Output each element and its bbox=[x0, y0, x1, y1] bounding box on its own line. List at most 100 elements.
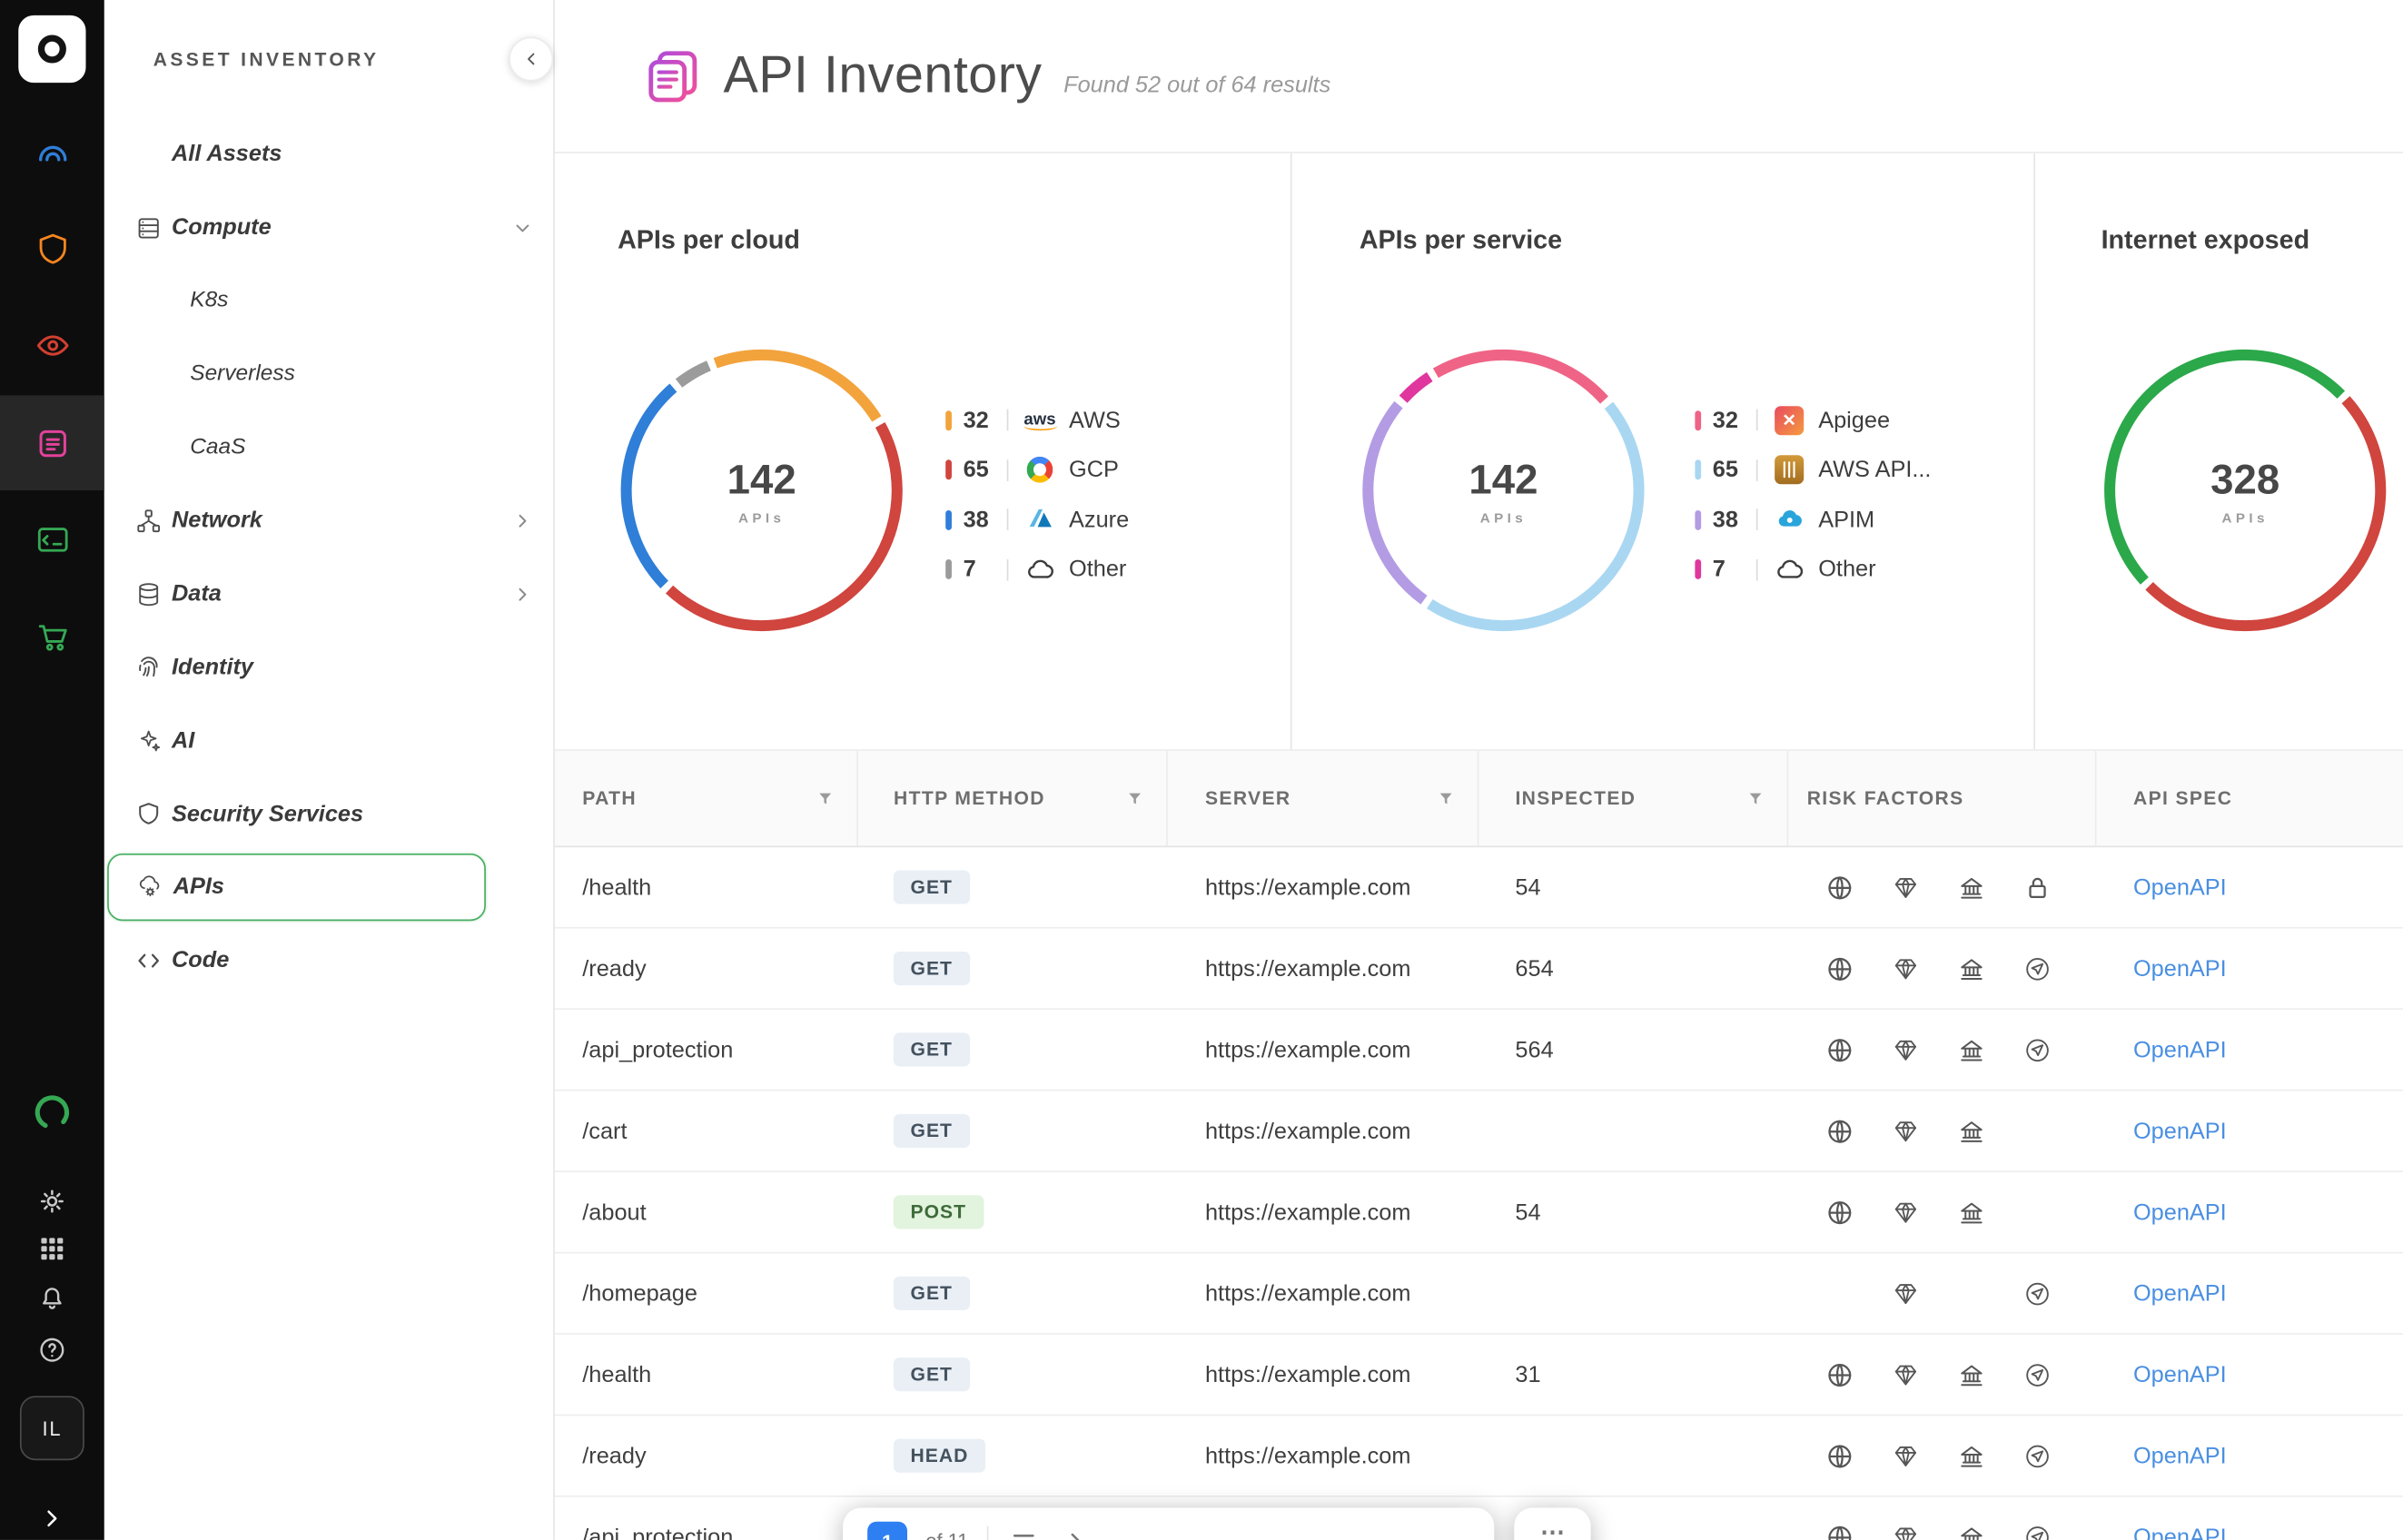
account-button[interactable]: IL bbox=[20, 1396, 84, 1460]
ring-icon bbox=[31, 1091, 74, 1134]
cell-server: https://example.com bbox=[1168, 929, 1478, 1009]
api-spec-link[interactable]: OpenAPI bbox=[2133, 955, 2227, 982]
sidebar-item-all-assets[interactable]: All Assets bbox=[104, 118, 553, 192]
sidebar-item-data[interactable]: Data bbox=[104, 558, 553, 631]
filter-icon[interactable] bbox=[816, 788, 836, 808]
page-title: API Inventory bbox=[724, 46, 1043, 106]
legend-color-chip bbox=[1695, 460, 1700, 480]
rail-nav-terminal[interactable] bbox=[0, 492, 104, 587]
rail-nav-shield[interactable] bbox=[0, 201, 104, 296]
table-row[interactable]: /cartGEThttps://example.comOpenAPI bbox=[555, 1091, 2403, 1172]
api-spec-link[interactable]: OpenAPI bbox=[2133, 1199, 2227, 1225]
rail-settings[interactable] bbox=[0, 1186, 104, 1217]
table-row[interactable]: /api_protectionGEThttps://example.com564… bbox=[555, 1010, 2403, 1091]
pagination-more-button[interactable]: ⋯ bbox=[1514, 1508, 1590, 1540]
current-page-button[interactable]: 1 bbox=[867, 1522, 907, 1540]
rail-nav-eye[interactable] bbox=[0, 297, 104, 392]
send-risk-slot bbox=[2004, 953, 2071, 982]
table-row[interactable]: /homepageGEThttps://example.com OpenAPI bbox=[555, 1253, 2403, 1334]
sidebar-item-ai[interactable]: AI bbox=[104, 704, 553, 777]
sidebar-item-caas[interactable]: CaaS bbox=[104, 411, 553, 485]
globe-icon bbox=[1825, 873, 1854, 902]
rail-org-logo[interactable] bbox=[0, 1091, 104, 1134]
sidebar-item-label: Code bbox=[172, 947, 229, 973]
chart-card-apis-per-service: APIs per service142APIs32✕Apigee65AWS AP… bbox=[1290, 153, 2033, 749]
database-icon bbox=[135, 580, 163, 607]
cell-server: https://example.com bbox=[1168, 1253, 1478, 1333]
rail-nav-cart[interactable] bbox=[0, 588, 104, 684]
table-row[interactable]: /healthGEThttps://example.com54OpenAPI bbox=[555, 847, 2403, 928]
bank-risk-slot bbox=[1939, 1360, 2005, 1389]
column-label: INSPECTED bbox=[1515, 787, 1636, 809]
sidebar-item-identity[interactable]: Identity bbox=[104, 631, 553, 705]
bank-risk-slot bbox=[1939, 1523, 2005, 1540]
sidebar-item-serverless[interactable]: Serverless bbox=[104, 338, 553, 411]
icon-rail: IL bbox=[0, 0, 104, 1540]
api-spec-link[interactable]: OpenAPI bbox=[2133, 1524, 2227, 1540]
cell-path: /api_protection bbox=[555, 1497, 858, 1540]
cell-inspected: 54 bbox=[1478, 847, 1788, 927]
legend-item-apim: 38APIM bbox=[1695, 495, 1931, 545]
rail-apps[interactable] bbox=[0, 1233, 104, 1264]
sidebar-item-code[interactable]: Code bbox=[104, 923, 553, 997]
api-spec-link[interactable]: OpenAPI bbox=[2133, 1118, 2227, 1144]
table-row[interactable]: /healthGEThttps://example.com31OpenAPI bbox=[555, 1335, 2403, 1416]
api-spec-link[interactable]: OpenAPI bbox=[2133, 1037, 2227, 1063]
cell-risk-factors bbox=[1788, 1172, 2096, 1252]
expand-rail-button[interactable] bbox=[0, 1505, 104, 1532]
sidebar-item-security-services[interactable]: Security Services bbox=[104, 777, 553, 851]
next-page-button[interactable] bbox=[1059, 1522, 1093, 1540]
table-row[interactable]: /aboutPOSThttps://example.com54OpenAPI bbox=[555, 1172, 2403, 1253]
column-header-http-method: HTTP METHOD bbox=[858, 751, 1168, 846]
gear-icon bbox=[37, 1186, 68, 1217]
code-icon bbox=[135, 946, 163, 973]
list-icon bbox=[1010, 1525, 1037, 1540]
donut-total-value: 142 bbox=[727, 456, 796, 503]
legend-color-chip bbox=[945, 410, 951, 430]
legend-value: 38 bbox=[1713, 507, 1753, 533]
sidebar-item-apis[interactable]: APIs bbox=[107, 854, 486, 921]
legend-color-chip bbox=[1695, 559, 1700, 579]
filter-icon[interactable] bbox=[1125, 788, 1145, 808]
cell-inspected: 564 bbox=[1478, 1010, 1788, 1090]
chart-card-internet-exposed: Internet exposed328APIs bbox=[2033, 153, 2403, 749]
divider bbox=[987, 1526, 989, 1540]
collapse-sidebar-button[interactable] bbox=[509, 37, 553, 82]
donut-chart: 142APIs bbox=[1358, 345, 1649, 637]
filter-icon[interactable] bbox=[1745, 788, 1765, 808]
api-spec-link[interactable]: OpenAPI bbox=[2133, 1443, 2227, 1469]
gem-icon bbox=[1891, 1278, 1920, 1308]
divider bbox=[1006, 410, 1008, 431]
rail-notifications[interactable] bbox=[0, 1281, 104, 1312]
send-icon bbox=[2023, 953, 2052, 982]
chevron-right-icon bbox=[512, 583, 534, 605]
rail-nav-inventory[interactable] bbox=[0, 395, 104, 490]
table-row[interactable]: /readyGEThttps://example.com654OpenAPI bbox=[555, 929, 2403, 1010]
cell-http-method: GET bbox=[858, 1253, 1168, 1333]
stack-icon bbox=[33, 424, 71, 462]
eye-icon bbox=[33, 326, 71, 364]
page-list-button[interactable] bbox=[1007, 1522, 1041, 1540]
donut-chart: 142APIs bbox=[616, 345, 907, 637]
cell-path: /health bbox=[555, 847, 858, 927]
rail-nav-radar[interactable] bbox=[0, 104, 104, 200]
legend-item-other: 7Other bbox=[1695, 545, 1931, 595]
filter-icon[interactable] bbox=[1436, 788, 1456, 808]
screen: IL ASSET INVENTORY All AssetsComputeK8sS… bbox=[0, 0, 2403, 1540]
cell-path: /homepage bbox=[555, 1253, 858, 1333]
api-spec-link[interactable]: OpenAPI bbox=[2133, 1280, 2227, 1307]
cell-risk-factors bbox=[1788, 847, 2096, 927]
api-spec-link[interactable]: OpenAPI bbox=[2133, 1361, 2227, 1387]
rail-help[interactable] bbox=[0, 1335, 104, 1366]
api-spec-link[interactable]: OpenAPI bbox=[2133, 874, 2227, 901]
send-risk-slot bbox=[2004, 1278, 2071, 1308]
cell-risk-factors bbox=[1788, 1010, 2096, 1090]
product-logo[interactable] bbox=[18, 15, 85, 83]
sidebar-item-network[interactable]: Network bbox=[104, 484, 553, 558]
table-row[interactable]: /readyHEADhttps://example.comOpenAPI bbox=[555, 1416, 2403, 1496]
sidebar-item-k8s[interactable]: K8s bbox=[104, 264, 553, 338]
gem-risk-slot bbox=[1873, 1441, 1939, 1470]
cell-path: /about bbox=[555, 1172, 858, 1252]
sidebar-item-compute[interactable]: Compute bbox=[104, 192, 553, 265]
sidebar: ASSET INVENTORY All AssetsComputeK8sServ… bbox=[104, 0, 555, 1540]
